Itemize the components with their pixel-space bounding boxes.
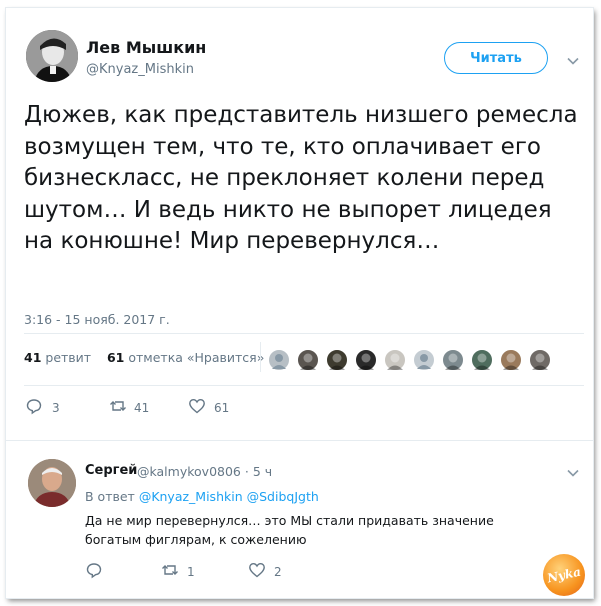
reply-action[interactable] xyxy=(25,397,43,419)
in-reply-to: В ответ @Knyaz_Mishkin @SdibqJgth xyxy=(85,489,319,504)
chevron-down-icon[interactable] xyxy=(566,465,580,484)
retweet-icon xyxy=(162,565,178,575)
retweet-count: 41 xyxy=(134,401,150,415)
liker-avatar[interactable] xyxy=(442,349,464,371)
liker-avatar[interactable] xyxy=(268,349,290,371)
retweet-action[interactable] xyxy=(109,397,127,419)
tweet-text: Дюжев, как представитель низшего ремесла… xyxy=(24,102,578,254)
tweet-card: Лев Мышкин @Knyaz_Mishkin Читать Дюжев, … xyxy=(6,8,593,598)
heart-icon xyxy=(249,562,265,578)
liker-avatar[interactable] xyxy=(413,349,435,371)
liker-avatar[interactable] xyxy=(297,349,319,371)
liker-avatar[interactable] xyxy=(355,349,377,371)
reply-meta: @kalmykov0806 · 5 ч xyxy=(137,464,272,479)
chevron-down-icon[interactable] xyxy=(566,53,580,72)
follow-button-label: Читать xyxy=(470,50,522,66)
author-avatar[interactable] xyxy=(26,30,78,82)
author-handle[interactable]: @Knyaz_Mishkin xyxy=(86,62,194,77)
watermark-text: Nyka xyxy=(545,564,583,586)
liker-avatar[interactable] xyxy=(471,349,493,371)
likes-count: 61 xyxy=(106,350,125,365)
divider xyxy=(24,385,584,386)
retweet-action[interactable] xyxy=(161,561,179,583)
stats-separator xyxy=(260,342,261,372)
reply-author-avatar[interactable] xyxy=(28,459,76,507)
reply-time[interactable]: · 5 ч xyxy=(245,464,272,479)
retweet-icon xyxy=(110,401,126,411)
heart-icon xyxy=(189,398,205,414)
divider xyxy=(6,440,593,441)
reply-like-count: 2 xyxy=(274,565,282,579)
liker-avatar[interactable] xyxy=(326,349,348,371)
liker-avatar[interactable] xyxy=(529,349,551,371)
divider xyxy=(24,333,584,334)
retweets-count: 41 xyxy=(24,350,42,365)
tweet-timestamp[interactable]: 3:16 - 15 нояб. 2017 г. xyxy=(24,312,170,327)
reply-author-name[interactable]: Сергей xyxy=(85,463,137,478)
reply-icon xyxy=(26,399,42,415)
follow-button[interactable]: Читать xyxy=(444,42,548,74)
reply-text: Да не мир перевернулся… это МЫ стали при… xyxy=(85,513,494,547)
likes-label: отметка «Нравится» xyxy=(128,350,265,365)
reply-icon xyxy=(86,563,102,579)
like-action[interactable] xyxy=(188,397,206,419)
tweet-stats: 41 ретвит 61 отметка «Нравится» xyxy=(24,350,264,365)
reply-retweet-count: 1 xyxy=(187,565,195,579)
mention-link[interactable]: @SdibqJgth xyxy=(247,489,319,504)
likes-stat[interactable]: 61 отметка «Нравится» xyxy=(107,350,264,365)
mention-link[interactable]: @Knyaz_Mishkin xyxy=(139,489,243,504)
like-action[interactable] xyxy=(248,561,266,583)
retweets-stat[interactable]: 41 ретвит xyxy=(24,350,91,365)
liker-avatar[interactable] xyxy=(384,349,406,371)
liker-avatar[interactable] xyxy=(500,349,522,371)
reply-count: 3 xyxy=(52,401,60,415)
like-count: 61 xyxy=(214,401,230,415)
in-reply-prefix: В ответ xyxy=(85,489,135,504)
author-name[interactable]: Лев Мышкин xyxy=(86,38,206,57)
watermark-logo: Nyka xyxy=(543,554,585,596)
reply-author-handle[interactable]: @kalmykov0806 xyxy=(137,464,241,479)
retweets-label: ретвит xyxy=(45,350,92,365)
reply-action[interactable] xyxy=(85,561,103,583)
